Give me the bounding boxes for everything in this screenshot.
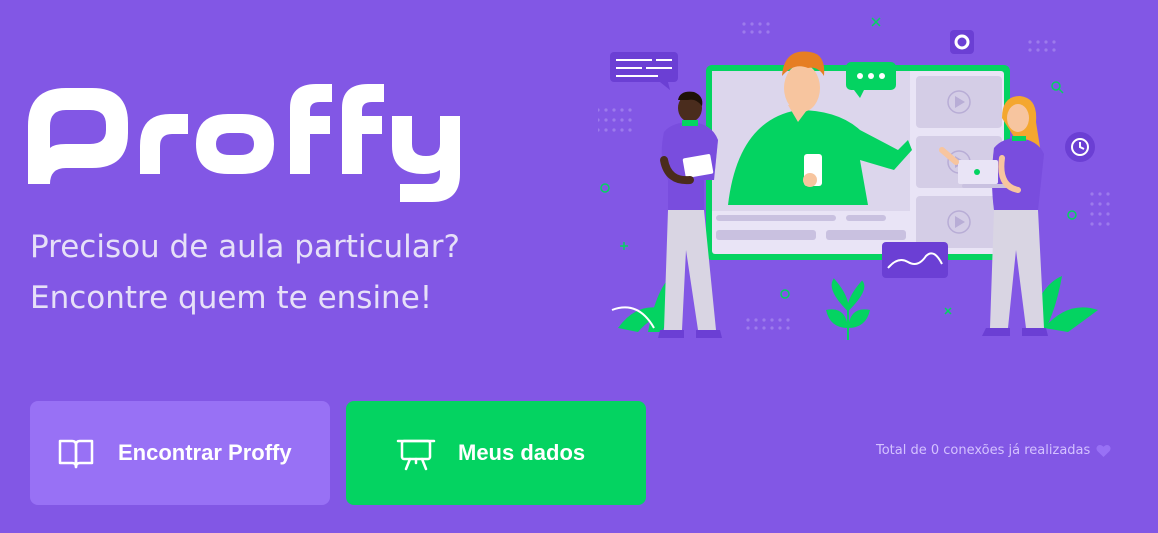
open-book-icon [58,439,94,469]
hero-illustration [598,17,1110,340]
tagline: Precisou de aula particular? Encontre qu… [30,222,460,324]
my-data-label: Meus dados [458,440,586,465]
presentation-board-icon [396,439,436,471]
proffy-logo [28,84,460,202]
total-connections-text: Total de 0 conexões já realizadas [876,443,1091,458]
total-connections: Total de 0 conexões já realizadas [876,443,1111,458]
tagline-line-2: Encontre quem te ensine! [30,280,433,316]
find-proffy-label: Encontrar Proffy [118,440,292,465]
tagline-line-1: Precisou de aula particular? [30,229,460,265]
find-proffy-button[interactable]: Encontrar Proffy [30,401,330,505]
heart-icon [1096,444,1111,457]
my-data-button[interactable]: Meus dados [346,401,646,505]
